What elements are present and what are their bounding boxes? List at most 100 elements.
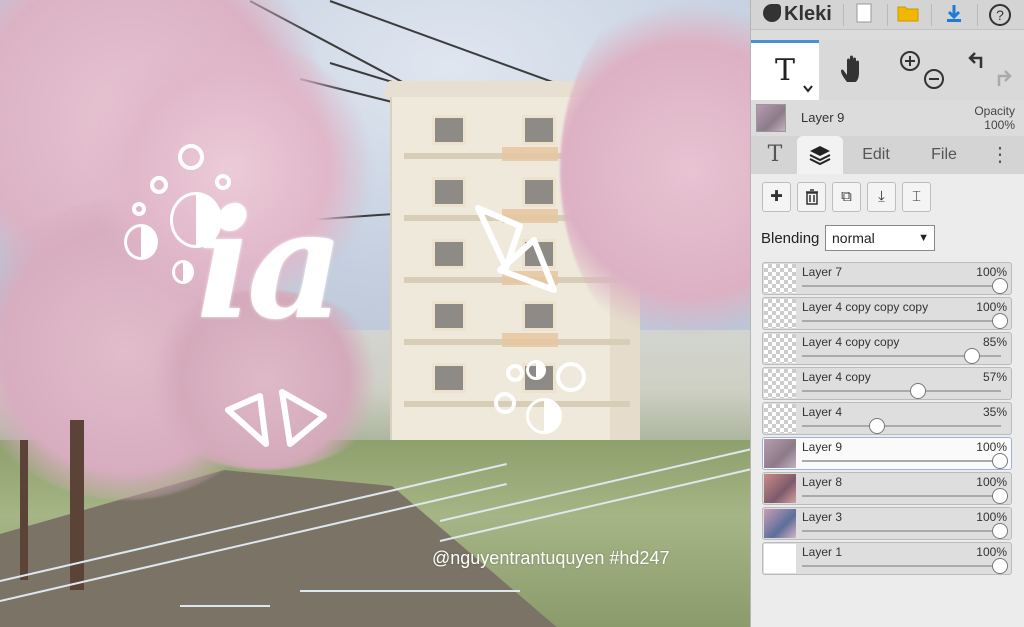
layer-row[interactable]: Layer 9 100% [762, 437, 1012, 470]
svg-text:?: ? [996, 7, 1004, 23]
zoom-buttons [887, 40, 955, 100]
layer-name: Layer 4 copy copy copy [802, 300, 929, 314]
kleki-logo[interactable]: Kleki [763, 3, 832, 26]
layer-thumbnail [764, 509, 796, 538]
layer-row[interactable]: Layer 4 copy 57% [762, 367, 1012, 400]
layer-opacity-slider[interactable] [802, 425, 1001, 427]
layers-panel: ✚ ⧉ ⤓ ⌶ Blending normal ▼ Layer 7 100% Lay… [751, 174, 1024, 627]
layer-opacity-knob[interactable] [963, 348, 980, 364]
separator [931, 4, 932, 26]
rename-layer-button[interactable]: ⌶ [902, 182, 931, 212]
layers-icon [809, 146, 831, 166]
drawing-canvas[interactable]: ia @nguyentrantuquyen #hd247 [0, 0, 750, 627]
layer-row[interactable]: Layer 7 100% [762, 262, 1012, 295]
top-bar: Kleki ? [751, 0, 1024, 30]
layer-opacity: 85% [982, 335, 1007, 349]
layer-thumbnail [764, 544, 796, 573]
layer-opacity: 100% [976, 440, 1007, 454]
undo-icon[interactable] [967, 50, 989, 72]
layer-row[interactable]: Layer 3 100% [762, 507, 1012, 540]
zoom-out-icon[interactable] [923, 68, 945, 90]
current-layer-header: Layer 9 Opacity 100% [751, 100, 1024, 136]
layer-opacity-knob[interactable] [992, 488, 1008, 504]
doodle-triangles [225, 205, 557, 447]
logo-lettering: ia [196, 177, 344, 353]
blending-value: normal [832, 230, 875, 246]
layer-thumbnail [764, 474, 796, 503]
layer-opacity: 100% [976, 265, 1007, 279]
opacity-value: 100% [984, 118, 1015, 132]
chevron-down-icon[interactable] [803, 85, 813, 93]
layer-row[interactable]: Layer 4 copy copy 85% [762, 332, 1012, 365]
layer-name: Layer 4 copy [802, 370, 871, 384]
duplicate-layer-button[interactable]: ⧉ [832, 182, 861, 212]
tab-file[interactable]: File [913, 136, 975, 174]
layer-row[interactable]: Layer 1 100% [762, 542, 1012, 575]
layer-opacity-knob[interactable] [868, 418, 885, 434]
layer-opacity: 100% [976, 545, 1007, 559]
layer-opacity-slider[interactable] [802, 320, 1001, 322]
layer-name: Layer 4 copy copy [802, 335, 900, 349]
kleki-app: ia @nguyentrantuquyen #hd247 Kleki ? T L… [0, 0, 1024, 627]
tab-edit[interactable]: Edit [847, 136, 905, 174]
more-icon[interactable]: ⋮ [985, 136, 1015, 174]
layer-opacity-knob[interactable] [992, 278, 1008, 294]
layer-opacity-slider[interactable] [802, 285, 1001, 287]
layer-opacity: 57% [982, 370, 1007, 384]
open-folder-icon[interactable] [895, 3, 921, 27]
layer-name: Layer 4 [802, 405, 843, 419]
layer-row[interactable]: Layer 4 copy copy copy 100% [762, 297, 1012, 330]
layer-opacity-slider[interactable] [802, 495, 1001, 497]
layer-thumbnail [764, 439, 796, 468]
layer-opacity: 100% [976, 300, 1007, 314]
layer-thumbnail [764, 264, 796, 293]
current-layer-name: Layer 9 [801, 110, 845, 125]
hand-icon [841, 55, 859, 82]
layer-opacity: 35% [982, 405, 1007, 419]
layer-opacity-knob[interactable] [910, 383, 927, 399]
app-name: Kleki [784, 3, 832, 25]
layer-opacity-knob[interactable] [992, 313, 1008, 329]
watermark-text: @nguyentrantuquyen #hd247 [432, 548, 670, 568]
layer-row[interactable]: Layer 4 35% [762, 402, 1012, 435]
separator [977, 4, 978, 26]
download-icon[interactable] [941, 3, 967, 27]
trash-icon [805, 189, 818, 205]
layer-name: Layer 3 [802, 510, 843, 524]
help-icon[interactable]: ? [987, 3, 1013, 27]
layer-opacity: 100% [976, 475, 1007, 489]
delete-layer-button[interactable] [797, 182, 826, 212]
merge-down-button[interactable]: ⤓ [867, 182, 896, 212]
blending-label: Blending [761, 230, 820, 247]
opacity-label: Opacity [974, 104, 1015, 118]
layer-row[interactable]: Layer 8 100% [762, 472, 1012, 505]
panel-tabs: T Edit File ⋮ [751, 136, 1024, 174]
layer-opacity-slider[interactable] [802, 530, 1001, 532]
tool-bar: T [751, 40, 1024, 100]
redo-icon[interactable] [991, 68, 1013, 90]
current-layer-opacity: Opacity 100% [974, 104, 1015, 132]
separator [843, 4, 844, 26]
layer-name: Layer 8 [802, 475, 843, 489]
layer-opacity-knob[interactable] [992, 558, 1008, 574]
blending-select[interactable]: normal ▼ [825, 225, 935, 251]
layer-thumbnail [764, 404, 796, 433]
separator [887, 4, 888, 26]
layer-name: Layer 9 [802, 440, 843, 454]
side-panel: Kleki ? T Layer 9 Opacity 100% T Edit Fi… [750, 0, 1024, 627]
zoom-in-icon[interactable] [899, 50, 921, 72]
layer-opacity-slider[interactable] [802, 565, 1001, 567]
add-layer-button[interactable]: ✚ [762, 182, 791, 212]
layer-name: Layer 7 [802, 265, 843, 279]
layer-opacity-slider[interactable] [802, 460, 1001, 462]
hand-tool-button[interactable] [819, 40, 887, 100]
new-image-icon[interactable] [851, 3, 877, 27]
text-tool-button[interactable]: T [751, 40, 819, 100]
layer-opacity-knob[interactable] [992, 523, 1008, 539]
tab-layers[interactable] [797, 136, 843, 174]
layer-opacity-slider[interactable] [802, 390, 1001, 392]
kleki-logo-icon [763, 4, 781, 22]
tab-text[interactable]: T [757, 136, 793, 174]
layer-opacity-knob[interactable] [992, 453, 1008, 469]
text-tab-icon: T [767, 142, 783, 167]
